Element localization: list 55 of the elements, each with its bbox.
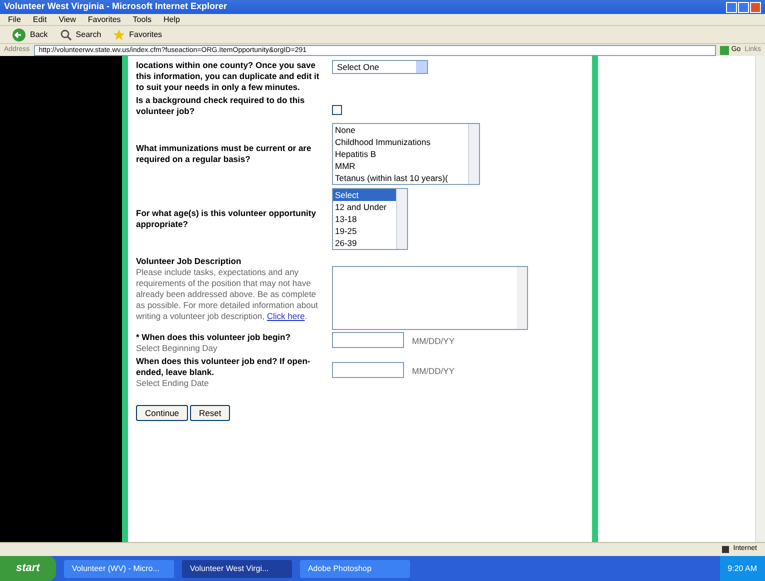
checkbox[interactable]	[332, 105, 342, 115]
begin-question: * When does this volunteer job begin?	[136, 332, 292, 343]
search-icon	[60, 28, 72, 40]
start-button[interactable]: start	[0, 556, 56, 581]
scrollbar[interactable]	[396, 189, 407, 249]
scrollbar[interactable]	[468, 124, 479, 184]
begin-hint: Select Beginning Day	[136, 343, 218, 354]
menu-item[interactable]: File	[8, 14, 21, 26]
date-format: MM/DD/YY	[412, 336, 454, 348]
toolbar-button[interactable]: Favorites	[113, 28, 162, 40]
begin-date-field[interactable]	[332, 332, 404, 348]
list-option[interactable]: Select	[333, 189, 396, 201]
list-option[interactable]: Hepatitis B	[333, 148, 468, 160]
toolbar-button[interactable]: Back	[12, 28, 48, 42]
toolbar-button[interactable]: Search	[60, 28, 102, 40]
taskbar-button[interactable]: Volunteer West Virgi...	[182, 560, 292, 578]
description-text: Please include tasks, expectations and any requirements of the position that may not have already been addressed above. Be as complete as possible. For more detailed information about writing a volunteer job description, Click here.	[136, 267, 319, 322]
end-question: When does this volunteer job end? If open-ended, leave blank.	[136, 356, 312, 378]
list-option[interactable]: MMR	[333, 160, 468, 172]
menu-item[interactable]: Help	[163, 14, 180, 26]
list-option[interactable]: 12 and Under	[333, 201, 396, 213]
list-option[interactable]: Tetanus (within last 10 years)(	[333, 172, 468, 184]
date-format: MM/DD/YY	[412, 366, 454, 378]
list-option[interactable]: Childhood Immunizations	[333, 136, 468, 148]
maximize-button[interactable]	[738, 2, 749, 12]
form-button[interactable]: Continue	[136, 405, 188, 421]
locations-question: locations within one county? Once you save this information, you can duplicate and edit it to suit your needs in only a few minutes.	[136, 60, 320, 93]
scrollbar[interactable]	[755, 56, 765, 542]
form-button[interactable]: Reset	[190, 405, 230, 421]
minimize-button[interactable]	[726, 2, 737, 12]
immunization-list[interactable]: None Childhood Immunizations Hepatitis B MMR Tetanus (within last 10 years)(	[332, 123, 480, 185]
click-here-link[interactable]: Click here	[266, 311, 305, 321]
description-textarea[interactable]	[332, 266, 528, 330]
description-title: Volunteer Job Description	[136, 256, 242, 267]
taskbar-button[interactable]: Adobe Photoshop	[300, 560, 410, 578]
age-list[interactable]: Select 12 and Under 13-18 19-25 26-39	[332, 188, 408, 250]
select-dropdown[interactable]: Select One	[332, 60, 428, 74]
list-option[interactable]: 26-39	[333, 237, 396, 249]
taskbar-button[interactable]: Volunteer (WV) - Micro...	[64, 560, 174, 578]
list-option[interactable]: 13-18	[333, 213, 396, 225]
end-date-field[interactable]	[332, 362, 404, 378]
end-hint: Select Ending Date	[136, 378, 210, 389]
window-title: Volunteer West Virginia - Microsoft Internet Explorer	[4, 0, 228, 14]
ages-question: For what age(s) is this volunteer opportunity appropriate?	[136, 208, 317, 230]
list-option[interactable]: 19-25	[333, 225, 396, 237]
list-option[interactable]: None	[333, 124, 468, 136]
menu-item[interactable]: Tools	[132, 14, 152, 26]
menu-item[interactable]: Favorites	[88, 14, 121, 26]
star-icon	[113, 28, 126, 40]
background-question: Is a background check required to do this volunteer job?	[136, 95, 306, 117]
clock: 9:20 AM	[728, 562, 757, 574]
close-button[interactable]	[750, 2, 761, 12]
menu-item[interactable]: View	[58, 14, 76, 26]
menu-item[interactable]: Edit	[32, 14, 47, 26]
immunizations-question: What immunizations must be current or are required on a regular basis?	[136, 143, 312, 165]
